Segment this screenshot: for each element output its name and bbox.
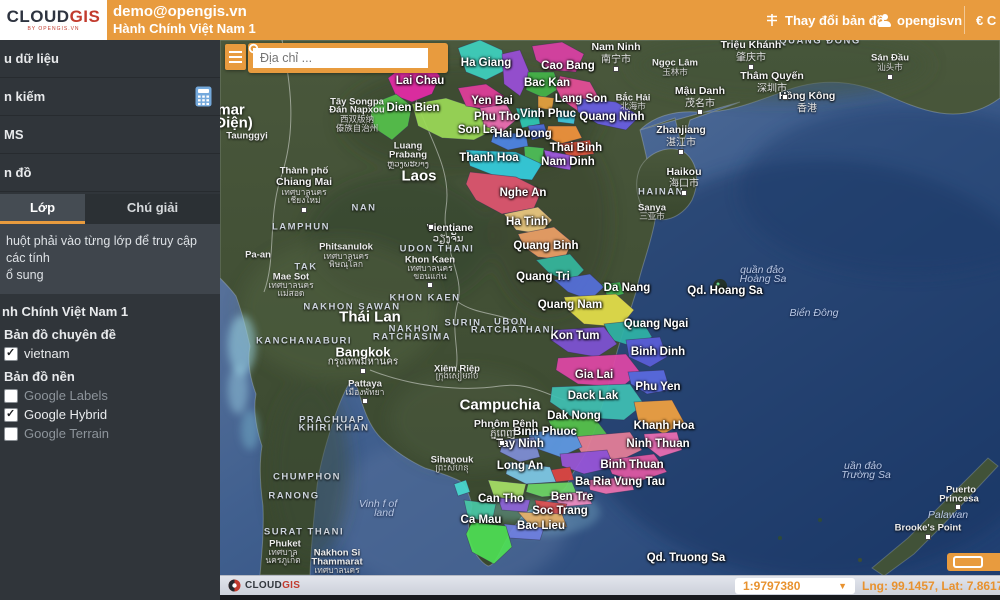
google-terrain-checkbox[interactable]	[4, 427, 18, 441]
status-bar: CLOUDGIS 1:9797380 ▼ Lng: 99.1457, Lat: …	[220, 575, 1000, 595]
google-hybrid-checkbox[interactable]	[4, 408, 18, 422]
menu-label: n đồ	[4, 165, 31, 180]
user-email: demo@opengis.vn	[113, 3, 256, 21]
scale-selector[interactable]: 1:9797380 ▼	[735, 578, 855, 594]
cloudgis-logo[interactable]: CLOUDGIS BY OPENGIS.VN	[0, 0, 107, 40]
overview-map-button[interactable]	[947, 553, 1000, 571]
layer-row-vietnam[interactable]: vietnam	[4, 346, 216, 361]
tree-group-thematic[interactable]: Bản đồ chuyên đề	[4, 327, 216, 342]
layer-row-google-hybrid[interactable]: Google Hybrid	[4, 407, 216, 422]
page-title: Hành Chính Việt Nam 1	[113, 21, 256, 36]
menu-label: MS	[4, 127, 24, 142]
tree-group-base[interactable]: Bản đồ nền	[4, 369, 216, 384]
map-sign-icon	[765, 13, 779, 27]
layer-tree: nh Chính Việt Nam 1 Bản đồ chuyên đề vie…	[0, 294, 220, 441]
chevron-down-icon: ▼	[838, 581, 847, 591]
layer-label: Google Terrain	[24, 426, 109, 441]
address-search	[248, 43, 448, 73]
calculator-icon[interactable]	[195, 86, 212, 110]
hint-line1: huột phải vào từng lớp để truy cập các t…	[6, 233, 212, 267]
hint-line2: ổ sung	[6, 267, 212, 284]
overview-map-icon	[953, 556, 983, 568]
coordinates-readout: Lng: 99.1457, Lat: 7.8617[EPSG:43	[862, 579, 1000, 593]
tree-root-node[interactable]: nh Chính Việt Nam 1	[2, 304, 216, 319]
currency-button[interactable]: € C	[976, 0, 996, 40]
header-titles: demo@opengis.vn Hành Chính Việt Nam 1	[113, 3, 256, 36]
user-icon	[878, 14, 891, 27]
tab-legend[interactable]: Chú giải	[85, 194, 220, 224]
statusbar-logo: CLOUDGIS	[228, 579, 300, 592]
layers-hint: huột phải vào từng lớp để truy cập các t…	[0, 224, 220, 294]
menu-label: n kiếm	[4, 89, 45, 104]
search-input[interactable]	[253, 48, 428, 68]
change-map-label: Thay đổi bản đồ	[785, 13, 885, 28]
google-labels-checkbox[interactable]	[4, 389, 18, 403]
bottom-strip	[220, 595, 1000, 600]
sidebar-item-wms[interactable]: MS	[0, 116, 220, 154]
layer-label: Google Hybrid	[24, 407, 107, 422]
cloudgis-app: CLOUDGIS BY OPENGIS.VN demo@opengis.vn H…	[0, 0, 1000, 600]
sidebar-item-map[interactable]: n đồ	[0, 154, 220, 192]
change-map-button[interactable]: Thay đổi bản đồ	[765, 0, 885, 40]
layer-label: vietnam	[24, 346, 70, 361]
search-icon	[248, 43, 262, 57]
tab-layers[interactable]: Lớp	[0, 194, 85, 224]
layer-row-google-terrain[interactable]: Google Terrain	[4, 426, 216, 441]
header-divider	[964, 6, 965, 34]
logo-text: CLOUDGIS	[7, 8, 101, 25]
logo-subtext: BY OPENGIS.VN	[27, 26, 79, 32]
search-button[interactable]	[428, 48, 443, 68]
sidebar: u dữ liệu n kiếm MS n đồ Lớp Chú giải hu…	[0, 40, 220, 600]
sidebar-tabs: Lớp Chú giải	[0, 194, 220, 224]
account-button[interactable]: opengisvn	[878, 0, 962, 40]
map-canvas[interactable]: Lai ChauHa GiangCao BangBac KanLang SonY…	[220, 40, 1000, 575]
account-label: opengisvn	[897, 13, 962, 28]
sidebar-item-search[interactable]: n kiếm	[0, 78, 220, 116]
lnglat-value: Lng: 99.1457, Lat: 7.8617	[862, 579, 1000, 593]
sidebar-item-data-service[interactable]: u dữ liệu	[0, 40, 220, 78]
hoang-sa-island	[713, 279, 727, 293]
currency-label: € C	[976, 13, 996, 28]
menu-toggle-button[interactable]	[225, 44, 246, 70]
vietnam-checkbox[interactable]	[4, 347, 18, 361]
layer-label: Google Labels	[24, 388, 108, 403]
app-header: CLOUDGIS BY OPENGIS.VN demo@opengis.vn H…	[0, 0, 1000, 40]
layer-row-google-labels[interactable]: Google Labels	[4, 388, 216, 403]
cloudgis-mini-icon	[228, 579, 241, 592]
menu-label: u dữ liệu	[4, 51, 59, 66]
scale-value: 1:9797380	[743, 579, 800, 593]
basemap	[220, 40, 1000, 575]
